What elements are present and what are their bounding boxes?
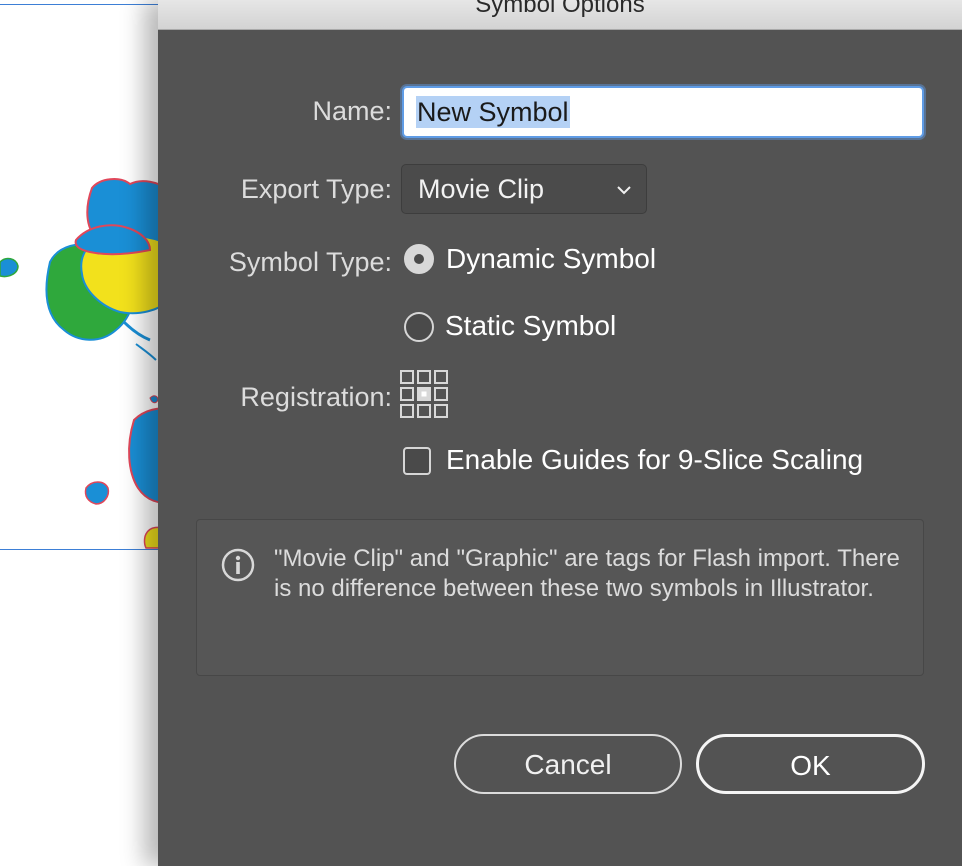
cancel-button[interactable]: Cancel: [454, 734, 682, 794]
info-panel: "Movie Clip" and "Graphic" are tags for …: [196, 519, 924, 676]
info-text: "Movie Clip" and "Graphic" are tags for …: [274, 545, 900, 602]
dynamic-symbol-radio[interactable]: [404, 244, 434, 274]
nine-slice-checkbox[interactable]: [403, 447, 431, 475]
name-input[interactable]: New Symbol: [402, 86, 924, 138]
splatter-artwork: [0, 178, 173, 549]
export-type-select[interactable]: Movie Clip: [401, 164, 647, 214]
dialog-title: Symbol Options: [475, 0, 645, 18]
export-type-label: Export Type:: [240, 174, 392, 204]
ok-button[interactable]: OK: [696, 734, 925, 794]
dialog-titlebar[interactable]: Symbol Options: [158, 0, 962, 30]
symbol-type-label: Symbol Type:: [228, 247, 392, 277]
info-icon: [221, 548, 255, 582]
static-symbol-label[interactable]: Static Symbol: [445, 310, 616, 342]
chevron-down-icon: [617, 186, 631, 195]
name-label: Name:: [312, 96, 392, 126]
symbol-options-dialog: Symbol Options Name: New Symbol Export T…: [158, 0, 962, 866]
export-type-value: Movie Clip: [418, 174, 545, 204]
nine-slice-label[interactable]: Enable Guides for 9-Slice Scaling: [446, 444, 863, 476]
registration-grid-icon[interactable]: [400, 370, 448, 418]
name-input-value: New Symbol: [416, 96, 570, 128]
registration-label: Registration:: [240, 382, 392, 412]
dynamic-symbol-label[interactable]: Dynamic Symbol: [446, 243, 656, 275]
static-symbol-radio[interactable]: [404, 312, 434, 342]
